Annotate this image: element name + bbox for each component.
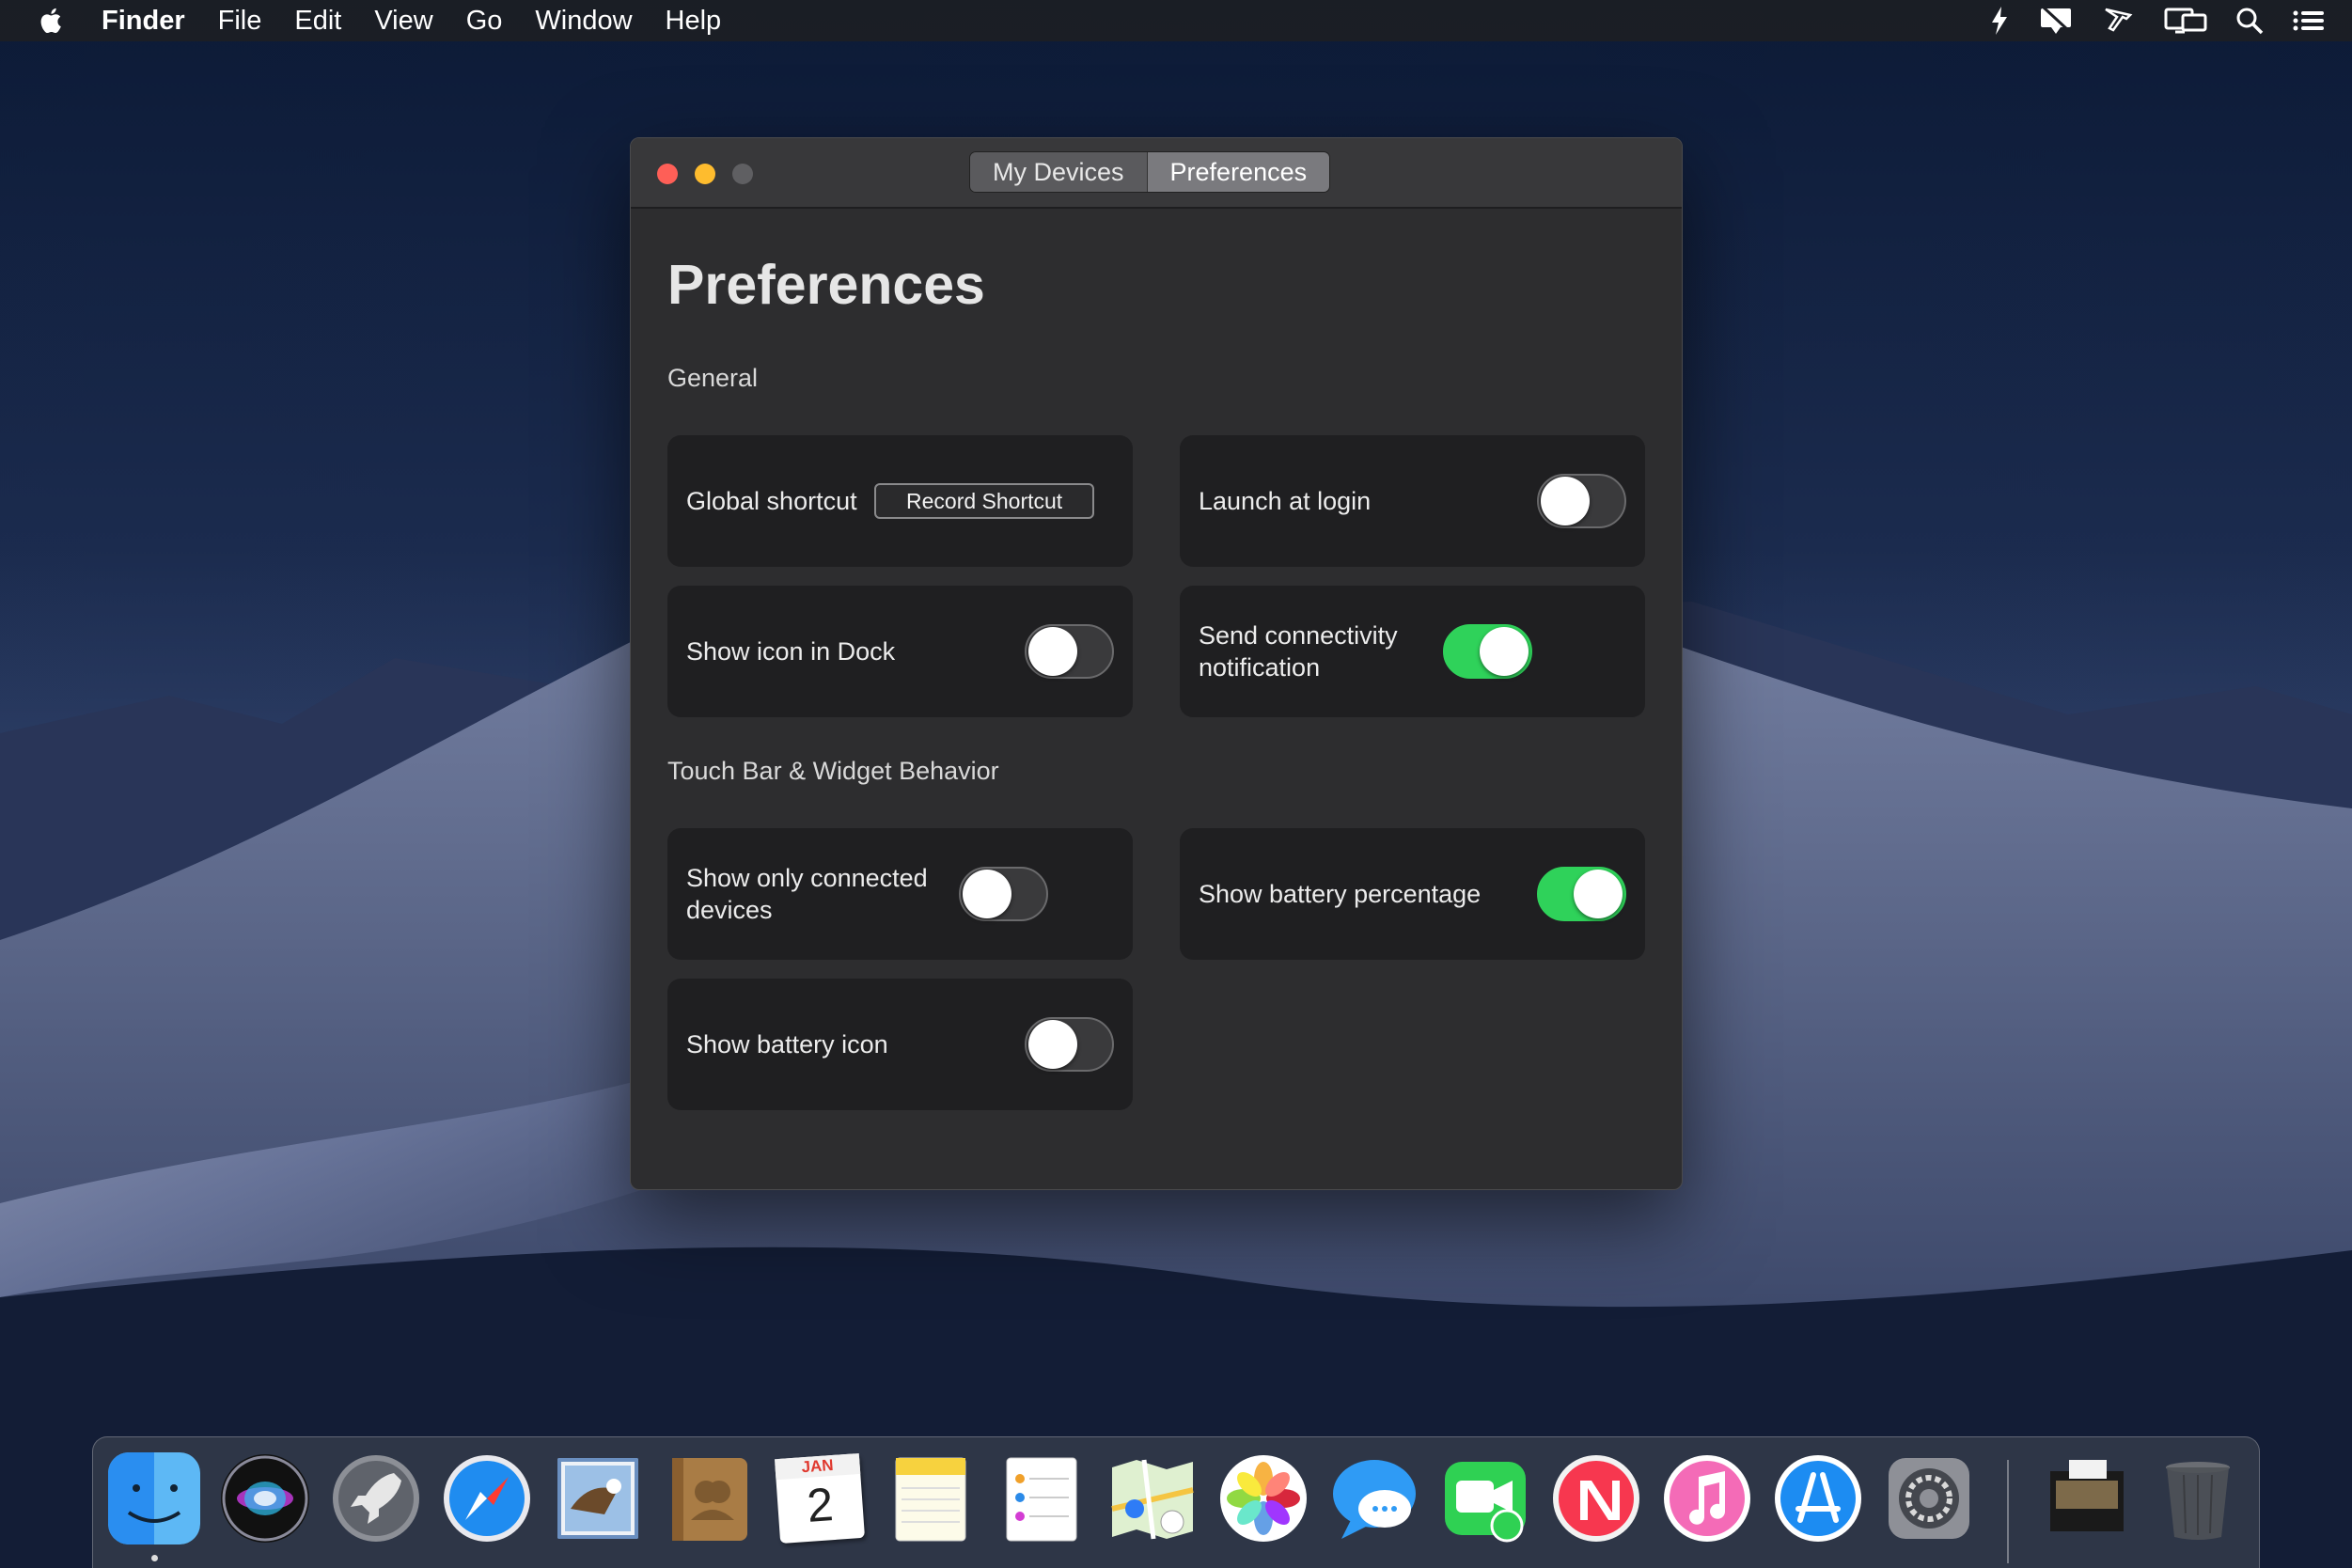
send-connectivity-notification-toggle[interactable] [1443,624,1532,679]
siri-icon[interactable] [219,1452,311,1544]
close-button[interactable] [657,164,678,184]
tab-switcher: My Devices Preferences [969,151,1331,193]
itunes-icon[interactable] [1661,1452,1753,1544]
card-show-battery-icon: Show battery icon [667,979,1133,1110]
window-titlebar[interactable]: My Devices Preferences [631,138,1682,209]
menu-file[interactable]: File [218,6,262,37]
card-label: Global shortcut [686,487,857,515]
card-label: Show icon in Dock [686,637,896,666]
zoom-button[interactable] [732,164,753,184]
search-icon[interactable] [2235,6,2264,36]
menu-help[interactable]: Help [666,6,722,37]
record-shortcut-button[interactable]: Record Shortcut [874,483,1095,519]
app-store-icon[interactable] [1772,1452,1864,1544]
window-controls [657,164,753,184]
contacts-icon[interactable] [663,1452,755,1544]
system-preferences-icon[interactable] [1883,1452,1975,1544]
displays-icon[interactable] [2164,6,2207,36]
launch-at-login-toggle[interactable] [1537,474,1626,528]
airplay-icon[interactable] [2102,6,2136,36]
news-icon[interactable] [1550,1452,1642,1544]
list-icon[interactable] [2292,6,2326,36]
card-global-shortcut: Global shortcut Record Shortcut [667,435,1133,567]
reminders-icon[interactable] [996,1452,1088,1544]
maps-icon[interactable] [1106,1452,1199,1544]
card-label: Launch at login [1199,487,1372,515]
menu-go[interactable]: Go [466,6,503,37]
bolt-icon[interactable] [1989,6,2010,36]
menu-bar: Finder File Edit View Go Window Help [0,0,2352,41]
card-label: Show battery percentage [1199,880,1482,908]
page-title: Preferences [667,254,985,316]
photos-icon[interactable] [1217,1452,1309,1544]
preferences-content: Preferences General Global shortcut Reco… [631,211,1682,1189]
card-label: Show battery icon [686,1030,888,1058]
facetime-icon[interactable] [1439,1452,1531,1544]
calendar-icon[interactable]: JAN 2 [774,1452,866,1544]
menu-edit[interactable]: Edit [294,6,341,37]
card-launch-at-login: Launch at login [1180,435,1645,567]
downloads-stack-icon[interactable] [2041,1452,2133,1544]
tab-preferences[interactable]: Preferences [1147,152,1330,192]
tab-my-devices[interactable]: My Devices [970,152,1148,192]
finder-running-indicator [151,1555,158,1561]
trash-icon[interactable] [2152,1452,2244,1544]
show-only-connected-devices-toggle[interactable] [959,867,1048,921]
minimize-button[interactable] [695,164,715,184]
card-show-only-connected-devices: Show only connected devices [667,828,1133,960]
section-label-touch-bar: Touch Bar & Widget Behavior [667,757,999,785]
calendar-day: 2 [805,1478,836,1532]
card-show-battery-percentage: Show battery percentage [1180,828,1645,960]
card-label: Show only connected devices [686,864,928,924]
card-label: Send connectivity notification [1199,621,1398,682]
menu-window[interactable]: Window [535,6,632,37]
status-area [1989,0,2326,41]
preferences-window: My Devices Preferences Preferences Gener… [630,137,1683,1190]
show-icon-in-dock-toggle[interactable] [1025,624,1114,679]
section-label-general: General [667,364,759,392]
menu-app-name[interactable]: Finder [102,6,185,37]
show-battery-icon-toggle[interactable] [1025,1017,1114,1072]
notification-icon[interactable] [2038,6,2074,36]
show-battery-percentage-toggle[interactable] [1537,867,1626,921]
apple-menu-icon[interactable] [36,5,68,37]
finder-icon[interactable] [108,1452,200,1544]
card-send-connectivity-notification: Send connectivity notification [1180,586,1645,717]
messages-icon[interactable] [1328,1452,1420,1544]
notes-icon[interactable] [885,1452,977,1544]
menu-view[interactable]: View [374,6,432,37]
launchpad-icon[interactable] [330,1452,422,1544]
card-show-icon-in-dock: Show icon in Dock [667,586,1133,717]
safari-icon[interactable] [441,1452,533,1544]
mail-icon[interactable] [552,1452,644,1544]
dock: JAN 2 [92,1436,2260,1568]
dock-divider [2007,1460,2009,1563]
